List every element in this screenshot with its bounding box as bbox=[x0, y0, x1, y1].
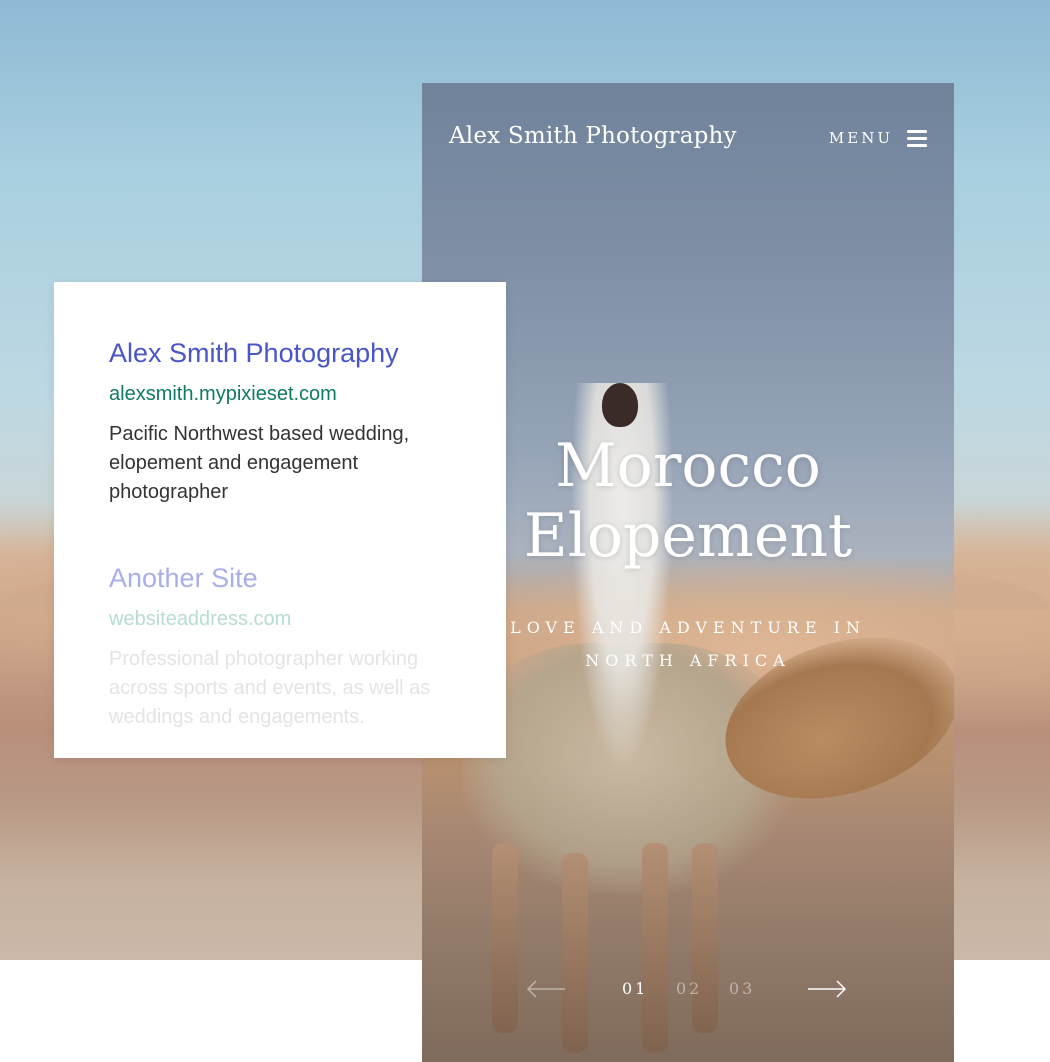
result-title[interactable]: Alex Smith Photography bbox=[109, 336, 469, 370]
result-url: websiteaddress.com bbox=[109, 608, 292, 630]
page-number-3[interactable]: 03 bbox=[729, 979, 755, 998]
menu-label: MENU bbox=[828, 129, 893, 147]
arrow-left-icon[interactable] bbox=[526, 979, 566, 999]
page-number-2[interactable]: 02 bbox=[676, 979, 702, 998]
site-brand[interactable]: Alex Smith Photography bbox=[449, 123, 737, 149]
result-url: alexsmith.mypixieset.com bbox=[109, 383, 337, 405]
menu-button[interactable]: MENU bbox=[829, 129, 927, 147]
search-result[interactable]: Alex Smith Photography alexsmith.mypixie… bbox=[109, 336, 469, 507]
hero-subtitle-line1: LOVE AND ADVENTURE IN bbox=[510, 618, 866, 637]
search-results-card: Alex Smith Photography alexsmith.mypixie… bbox=[54, 282, 506, 758]
result-title[interactable]: Another Site bbox=[109, 561, 469, 595]
hero-title-line1: Morocco bbox=[555, 431, 821, 501]
result-description: Professional photographer working across… bbox=[109, 648, 431, 728]
hamburger-menu-icon bbox=[907, 130, 927, 147]
result-description: Pacific Northwest based wedding, elopeme… bbox=[109, 423, 410, 503]
hero-title-line2: Elopement bbox=[523, 501, 853, 571]
page-number-1[interactable]: 01 bbox=[622, 979, 648, 998]
site-header: Alex Smith Photography MENU bbox=[422, 83, 954, 193]
hero-subtitle: LOVE AND ADVENTURE IN NORTH AFRICA bbox=[492, 611, 884, 677]
search-result[interactable]: Another Site websiteaddress.com Professi… bbox=[109, 561, 469, 732]
hero-subtitle-line2: NORTH AFRICA bbox=[585, 651, 791, 670]
slide-pager: 01 02 03 bbox=[422, 975, 954, 1005]
arrow-right-icon[interactable] bbox=[807, 979, 847, 999]
